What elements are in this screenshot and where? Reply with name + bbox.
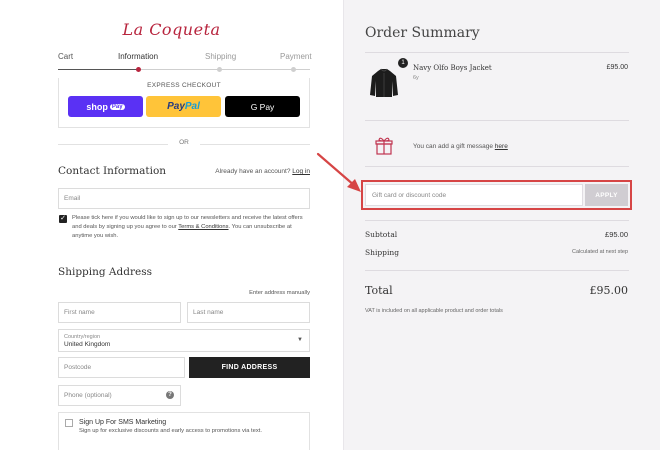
google-pay-button[interactable]: G Pay (225, 96, 300, 117)
step-current-dot (136, 67, 141, 72)
help-icon[interactable]: ? (166, 391, 174, 399)
country-select[interactable]: Country/region United Kingdom ▼ (58, 329, 310, 352)
shop-pay-text: shop (86, 101, 108, 112)
country-value: United Kingdom (64, 341, 111, 348)
paypal-button[interactable]: Pay Pal (146, 96, 221, 117)
first-name-field[interactable] (58, 302, 181, 323)
sms-marketing-title: Sign Up For SMS Marketing (79, 419, 167, 426)
account-prompt-text: Already have an account? (215, 168, 291, 175)
summary-divider (365, 120, 629, 121)
newsletter-consent: Please tick here if you would like to si… (72, 214, 310, 241)
subtotal-value: £95.00 (605, 230, 628, 239)
paypal-text-light: Pal (184, 101, 200, 112)
brand-logo[interactable]: La Coqueta (0, 20, 343, 39)
shop-pay-button[interactable]: shop Pay (68, 96, 143, 117)
item-name: Navy Olfo Boys Jacket (413, 64, 492, 72)
last-name-input[interactable] (193, 309, 309, 316)
order-summary-title: Order Summary (365, 25, 480, 41)
gift-message-prompt: You can add a gift message here (413, 143, 508, 150)
or-label: OR (179, 139, 189, 146)
summary-divider (365, 270, 629, 271)
sms-marketing-description: Sign up for exclusive discounts and earl… (79, 428, 263, 434)
contact-title: Contact Information (58, 165, 167, 177)
shipping-value: Calculated at next step (572, 249, 628, 255)
sms-marketing-checkbox[interactable] (65, 419, 73, 427)
step-shipping: Shipping (205, 52, 237, 61)
first-name-input[interactable] (64, 309, 180, 316)
email-field[interactable] (58, 188, 310, 209)
apply-discount-button[interactable]: APPLY (585, 184, 628, 206)
step-information[interactable]: Information (118, 52, 158, 61)
discount-code-input[interactable] (372, 191, 582, 199)
find-address-button[interactable]: FIND ADDRESS (189, 357, 310, 378)
checkout-steps: Cart Information Shipping Payment (58, 52, 312, 74)
shipping-address-title: Shipping Address (58, 266, 152, 278)
postcode-field[interactable] (58, 357, 185, 378)
step-dot (217, 67, 222, 72)
postcode-input[interactable] (64, 364, 184, 371)
email-input[interactable] (64, 195, 309, 202)
subtotal-label: Subtotal (365, 230, 398, 239)
shop-pay-chip: Pay (109, 103, 125, 110)
shipping-label: Shipping (365, 248, 399, 257)
paypal-text-dark: Pay (167, 101, 185, 112)
total-value: £95.00 (589, 284, 629, 297)
jacket-icon (365, 64, 403, 102)
discount-code-field[interactable] (365, 184, 583, 206)
gift-message-text: You can add a gift message (413, 143, 493, 150)
summary-divider (365, 52, 629, 53)
enter-address-manually-link[interactable]: Enter address manually (249, 290, 310, 296)
chevron-down-icon: ▼ (297, 337, 303, 343)
newsletter-checkbox[interactable]: ✓ (59, 215, 67, 223)
item-price: £95.00 (606, 64, 628, 71)
vat-note: VAT is included on all applicable produc… (365, 308, 503, 314)
checkout-form-panel: La Coqueta Cart Information Shipping Pay… (0, 0, 343, 450)
annotation-arrow-icon (315, 150, 365, 198)
terms-link[interactable]: Terms & Conditions (178, 224, 228, 230)
step-cart[interactable]: Cart (58, 52, 73, 61)
steps-track-progress (58, 69, 138, 70)
summary-divider (365, 220, 629, 221)
last-name-field[interactable] (187, 302, 310, 323)
login-link[interactable]: Log in (292, 168, 310, 175)
account-prompt: Already have an account? Log in (215, 168, 310, 175)
summary-divider (365, 166, 629, 167)
phone-input[interactable] (64, 392, 180, 399)
step-dot (291, 67, 296, 72)
item-quantity-badge: 1 (398, 58, 408, 68)
gift-message-link[interactable]: here (495, 143, 508, 150)
express-checkout-label: EXPRESS CHECKOUT (147, 82, 221, 89)
country-label: Country/region (64, 334, 101, 340)
total-label: Total (365, 284, 393, 297)
phone-field[interactable] (58, 385, 181, 406)
gift-icon (374, 136, 394, 158)
item-size: 6y (413, 75, 419, 81)
step-payment: Payment (280, 52, 312, 61)
